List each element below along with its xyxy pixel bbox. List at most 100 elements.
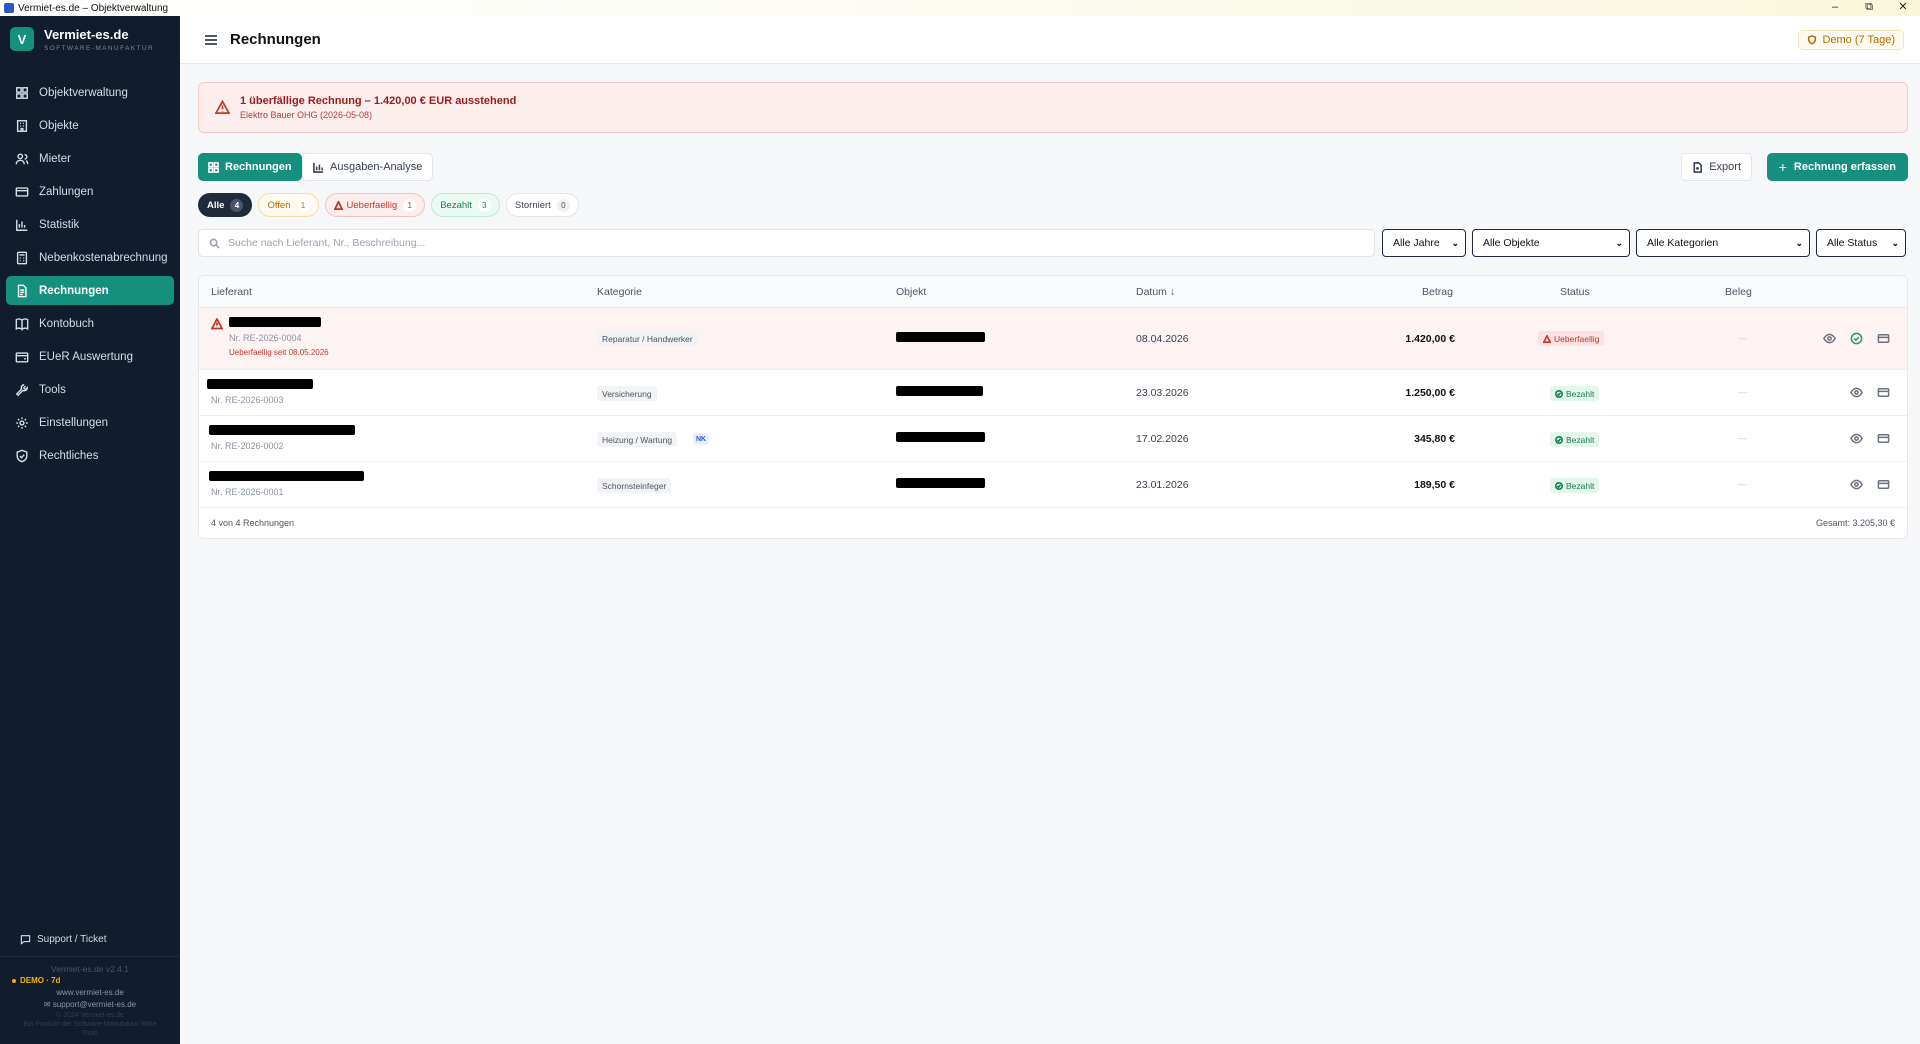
sidebar-item-label: Objektverwaltung [39, 86, 128, 99]
invoice-number: Nr. RE-2026-0002 [211, 441, 284, 451]
payment-button[interactable] [1877, 386, 1890, 399]
sidebar-item-mieter[interactable]: Mieter [6, 144, 174, 173]
status-badge: Bezahlt [1550, 478, 1600, 493]
invoice-amount: 189,50 € [1414, 479, 1455, 491]
sidebar-item-label: Nebenkostenabrechnung [39, 251, 168, 264]
payment-button[interactable] [1877, 478, 1890, 491]
table-row[interactable]: Nr. RE-2026-0001 Schornsteinfeger 23.01.… [199, 462, 1907, 508]
warning-icon [210, 317, 224, 330]
nk-badge: NK [693, 433, 710, 445]
sidebar-item-euer-auswertung[interactable]: EUeR Auswertung [6, 342, 174, 371]
payment-button[interactable] [1877, 432, 1890, 445]
filter-pill-ueberfaellig[interactable]: Ueberfaellig 1 [324, 193, 426, 217]
category-select[interactable]: Alle Kategorien ⌄ [1636, 229, 1810, 257]
redacted-supplier [229, 317, 321, 327]
payment-button[interactable] [1877, 332, 1890, 345]
sidebar-item-objektverwaltung[interactable]: Objektverwaltung [6, 78, 174, 107]
toolbar: Rechnungen Ausgaben-Analyse Export + Rech… [198, 153, 1908, 181]
filter-pill-bezahlt[interactable]: Bezahlt 3 [431, 193, 500, 217]
gear-icon [16, 416, 28, 429]
sidebar-item-label: Einstellungen [39, 416, 109, 429]
table-row[interactable]: Nr. RE-2026-0002 Heizung / Wartung NK 17… [199, 416, 1907, 462]
sidebar-item-label: Rechtliches [39, 449, 99, 462]
sidebar-item-label: EUeR Auswertung [39, 350, 133, 363]
mark-paid-button[interactable] [1850, 332, 1863, 345]
col-header-category[interactable]: Kategorie [597, 286, 642, 298]
sidebar-nav: Objektverwaltung Objekte Mieter Zahlunge… [0, 78, 180, 470]
copyright: © 2024 Vermiet-es.de [56, 1012, 124, 1019]
category-chip: Heizung / Wartung [597, 432, 678, 447]
file-icon [1693, 161, 1703, 173]
sidebar-item-kontobuch[interactable]: Kontobuch [6, 309, 174, 338]
filter-pill-alle[interactable]: Alle 4 [198, 193, 253, 217]
status-badge: Bezahlt [1550, 386, 1600, 401]
receipt-empty: — [1738, 333, 1747, 343]
sidebar-item-statistik[interactable]: Statistik [6, 210, 174, 239]
email-link[interactable]: ✉ support@vermiet-es.de [0, 999, 180, 1011]
overdue-note: Ueberfaellig seit 08.05.2026 [229, 348, 329, 357]
new-invoice-button[interactable]: + Rechnung erfassen [1766, 153, 1908, 181]
col-header-object[interactable]: Objekt [896, 286, 926, 298]
col-header-amount[interactable]: Betrag [1422, 286, 1453, 298]
tab-ausgaben-analyse[interactable]: Ausgaben-Analyse [302, 153, 434, 181]
building-icon [16, 119, 28, 132]
search-input[interactable] [228, 237, 1128, 249]
view-button[interactable] [1823, 332, 1836, 345]
invoice-date: 23.03.2026 [1136, 387, 1189, 399]
invoice-amount: 345,80 € [1414, 433, 1455, 445]
support-ticket-link[interactable]: Support / Ticket [0, 926, 180, 952]
sidebar-item-einstellungen[interactable]: Einstellungen [6, 408, 174, 437]
invoice-number: Nr. RE-2026-0003 [211, 395, 284, 405]
filter-pill-offen[interactable]: Offen 1 [258, 193, 319, 217]
total-amount: Gesamt: 3.205,30 € [1815, 518, 1895, 528]
check-circle-icon [1555, 435, 1563, 444]
maximize-button[interactable]: ⧉ [1852, 0, 1886, 16]
redacted-object [896, 332, 985, 342]
hamburger-icon [205, 34, 217, 45]
window-controls: – ⧉ ✕ [1818, 0, 1920, 16]
menu-toggle-button[interactable] [204, 33, 218, 47]
view-button[interactable] [1850, 432, 1863, 445]
page-title: Rechnungen [230, 31, 321, 48]
view-button[interactable] [1850, 386, 1863, 399]
export-button[interactable]: Export [1681, 153, 1752, 181]
calculator-icon [16, 251, 28, 264]
dashboard-icon [16, 86, 28, 99]
receipt-empty: — [1738, 433, 1747, 443]
table-footer: 4 von 4 Rechnungen Gesamt: 3.205,30 € [199, 508, 1907, 538]
table-row[interactable]: Nr. RE-2026-0003 Versicherung 23.03.2026… [199, 370, 1907, 416]
window-title: Vermiet-es.de – Objektverwaltung [18, 2, 169, 14]
year-select[interactable]: Alle Jahre ⌄ [1382, 229, 1466, 257]
search-box[interactable] [198, 229, 1375, 257]
brand[interactable]: V Vermiet-es.de SOFTWARE-MANUFAKTUR [0, 16, 180, 62]
status-label: Ueberfaellig [1554, 333, 1600, 344]
chevron-down-icon: ⌄ [1451, 237, 1459, 248]
table-row[interactable]: Nr. RE-2026-0004 Ueberfaellig seit 08.05… [199, 308, 1907, 370]
sidebar-item-tools[interactable]: Tools [6, 375, 174, 404]
wrench-icon [15, 383, 29, 396]
sidebar-item-objekte[interactable]: Objekte [6, 111, 174, 140]
sidebar-item-zahlungen[interactable]: Zahlungen [6, 177, 174, 206]
view-button[interactable] [1850, 478, 1863, 491]
brand-subtitle: SOFTWARE-MANUFAKTUR [44, 44, 155, 52]
filter-pill-storniert[interactable]: Storniert 0 [505, 193, 579, 217]
minimize-button[interactable]: – [1818, 0, 1852, 16]
col-header-status[interactable]: Status [1560, 286, 1590, 298]
demo-badge[interactable]: Demo (7 Tage) [1798, 30, 1904, 50]
close-button[interactable]: ✕ [1886, 0, 1920, 16]
col-header-date[interactable]: Datum ↓ [1136, 286, 1175, 298]
object-select[interactable]: Alle Objekte ⌄ [1472, 229, 1630, 257]
col-header-supplier[interactable]: Lieferant [211, 286, 252, 298]
sidebar-item-rechtliches[interactable]: Rechtliches [6, 441, 174, 470]
eye-icon [1850, 479, 1863, 490]
tab-rechnungen[interactable]: Rechnungen [198, 153, 302, 181]
redacted-object [896, 386, 983, 396]
file-text-icon [17, 284, 27, 297]
credit-card-icon [1877, 480, 1890, 489]
sidebar-item-nebenkostenabrechnung[interactable]: Nebenkostenabrechnung [6, 243, 174, 272]
sidebar-item-rechnungen[interactable]: Rechnungen [6, 276, 174, 305]
website-link[interactable]: www.vermiet-es.de [0, 987, 180, 999]
receipt-empty: — [1738, 387, 1747, 397]
status-select[interactable]: Alle Status ⌄ [1816, 229, 1906, 257]
shield-icon [1808, 35, 1817, 45]
